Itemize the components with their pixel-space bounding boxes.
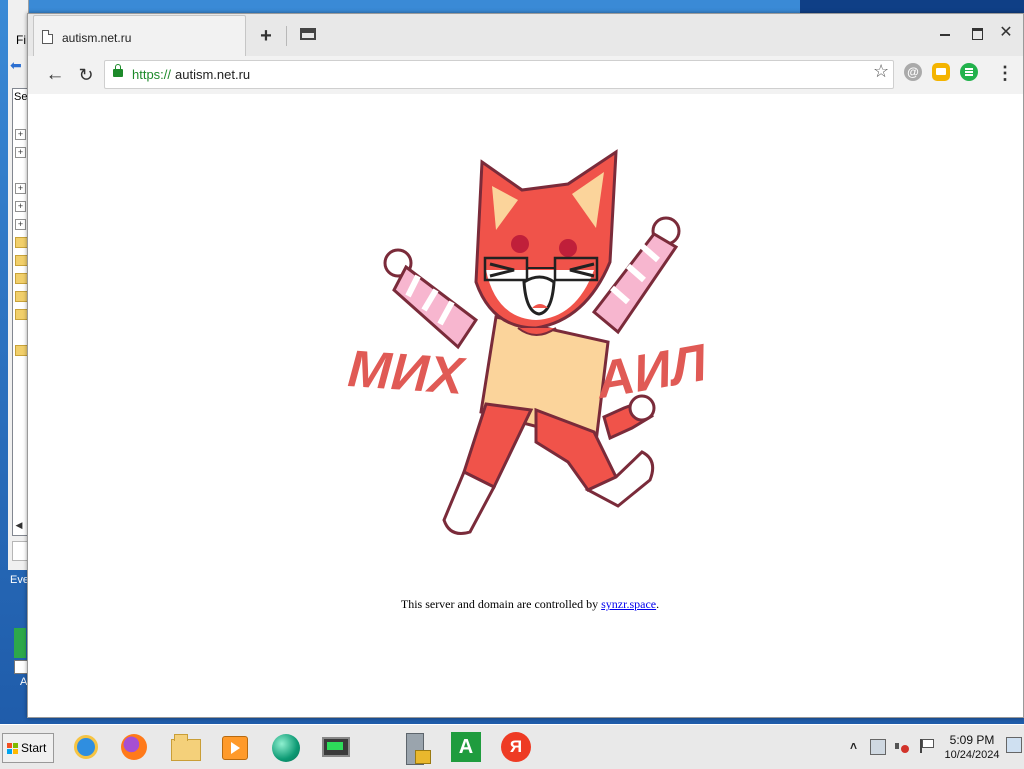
new-tab-button[interactable]: +: [256, 26, 276, 46]
back-button[interactable]: ←: [44, 64, 66, 86]
tree-expand-icon[interactable]: +: [15, 183, 26, 194]
start-button[interactable]: Start: [2, 733, 54, 763]
back-arrow-icon[interactable]: ⬅: [10, 58, 26, 72]
cat-left-leg: [462, 402, 534, 490]
clock-date[interactable]: 10/24/2024: [940, 749, 1004, 761]
tree-expand-icon[interactable]: +: [15, 219, 26, 230]
url-protocol: https://: [132, 67, 172, 82]
tab-title: autism.net.ru: [62, 31, 132, 45]
volume-muted-icon[interactable]: [895, 739, 909, 753]
desktop-shortcut-icon[interactable]: [14, 660, 28, 674]
mail-extension-icon[interactable]: @: [904, 63, 922, 81]
footer-prefix: This server and domain are controlled by: [400, 597, 602, 611]
address-bar[interactable]: https:// autism.net.ru: [104, 60, 894, 89]
footer-link[interactable]: synzr.space: [601, 597, 656, 611]
messenger-extension-icon[interactable]: [932, 63, 950, 81]
desktop-green-icon[interactable]: [14, 628, 26, 658]
url-host: autism.net.ru: [175, 67, 251, 82]
server-manager-icon[interactable]: [398, 731, 434, 765]
file-menu[interactable]: Fi: [16, 33, 26, 47]
bookmark-star-icon[interactable]: ☆: [873, 61, 889, 82]
maximize-button[interactable]: [972, 28, 983, 40]
page-viewport: МИХ АИЛ This server and domain are contr…: [28, 94, 1023, 717]
left-arm: [383, 248, 479, 350]
reload-button[interactable]: ↻: [75, 64, 97, 86]
browser-window: autism.net.ru + ✕ ← ↻ https:// autism.ne…: [27, 13, 1024, 718]
action-center-flag-icon[interactable]: [920, 739, 936, 753]
network-icon[interactable]: [870, 739, 886, 755]
cat-cheek-right: [559, 239, 577, 257]
background-window[interactable]: Fi ⬅ Se + + + + + ◀: [8, 0, 30, 570]
firefox-icon[interactable]: [116, 731, 152, 763]
media-player-icon[interactable]: [216, 731, 252, 763]
footer-notice: This server and domain are controlled by…: [28, 597, 1023, 612]
browser-toolbar: ← ↻ https:// autism.net.ru ☆ @ ⋮: [28, 56, 1023, 95]
close-button[interactable]: ✕: [997, 24, 1015, 42]
task-manager-icon[interactable]: [318, 731, 354, 763]
mascot-text-left: МИХ: [346, 340, 468, 406]
tab-strip: autism.net.ru + ✕: [28, 14, 1023, 57]
show-desktop-button[interactable]: [1006, 737, 1022, 753]
app-a-icon[interactable]: A: [448, 731, 484, 763]
tree-header: Se: [14, 91, 28, 103]
cat-cheek-left: [511, 235, 529, 253]
browser-menu-button[interactable]: ⋮: [996, 63, 1014, 83]
windows-flag-icon: [7, 743, 18, 754]
scroll-left-icon[interactable]: ◀: [12, 518, 26, 532]
cat-mascot-illustration: МИХ АИЛ: [346, 149, 712, 535]
tray-expand-icon[interactable]: ˄: [850, 739, 857, 753]
list-extension-icon[interactable]: [960, 63, 978, 81]
file-explorer-icon[interactable]: [167, 731, 203, 763]
lock-icon[interactable]: [113, 64, 123, 77]
tree-expand-icon[interactable]: +: [15, 129, 26, 140]
tree-expand-icon[interactable]: +: [15, 147, 26, 158]
page-icon: [42, 30, 53, 44]
horizontal-scrollbar[interactable]: [12, 541, 28, 561]
tab-search-icon[interactable]: [300, 28, 316, 40]
desktop-background-band: [800, 0, 1024, 14]
minimize-button[interactable]: [940, 34, 950, 36]
globe-app-icon[interactable]: [268, 731, 304, 763]
taskbar: Start A Я ˄ 5:09 PM 10/24/2024: [0, 724, 1024, 769]
browser-tab[interactable]: autism.net.ru: [33, 15, 246, 57]
clock-time[interactable]: 5:09 PM: [942, 733, 1002, 747]
footer-suffix: .: [656, 597, 660, 611]
tree-expand-icon[interactable]: +: [15, 201, 26, 212]
internet-explorer-icon[interactable]: [68, 731, 104, 763]
start-label: Start: [21, 741, 47, 755]
yandex-browser-icon[interactable]: Я: [498, 731, 534, 763]
tab-divider: [286, 26, 287, 46]
